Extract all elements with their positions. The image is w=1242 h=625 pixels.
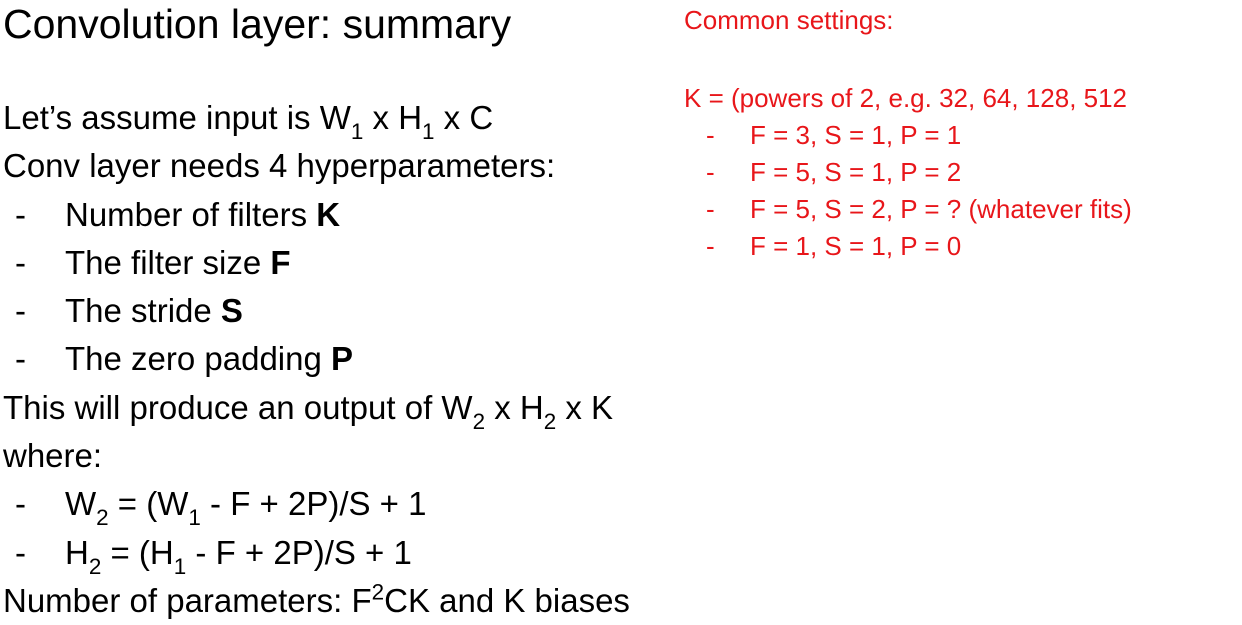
common-settings-title: Common settings: [684,5,894,35]
hyperparam-item-filters: - Number of filters K [3,191,630,239]
hyperparam-item-filter-size: - The filter size F [3,239,630,287]
bullet-dash: - [15,195,26,233]
bullet-dash: - [15,243,26,281]
parameter-count-line: Number of parameters: F2CK and K biases [3,579,630,619]
hyperparameters-intro: Conv layer needs 4 hyperparameters: [3,147,556,185]
formula-height: - H2 = (H1 - F + 2P)/S + 1 [3,529,630,578]
setting-item: - F = 3, S = 1, P = 1 [684,117,1132,154]
k-setting-line: K = (powers of 2, e.g. 32, 64, 128, 512 [684,83,1128,113]
summary-body: Let’s assume input is W1 x H1 x C Conv l… [3,94,630,625]
bullet-dash: - [15,292,26,330]
where-label: where: [3,437,103,475]
common-settings-list: K = (powers of 2, e.g. 32, 64, 128, 512 … [684,80,1132,265]
setting-item: - F = 5, S = 2, P = ? (whatever fits) [684,191,1132,228]
hyperparam-item-padding: - The zero padding P [3,335,630,383]
setting-item: - F = 5, S = 1, P = 2 [684,154,1132,191]
bullet-dash: - [15,485,26,523]
bullet-dash: - [706,194,715,224]
bullet-dash: - [706,120,715,150]
setting-item: - F = 1, S = 1, P = 0 [684,228,1132,265]
bullet-dash: - [15,340,26,378]
formula-width: - W2 = (W1 - F + 2P)/S + 1 [3,480,630,529]
bullet-dash: - [706,157,715,187]
input-dimensions-line: Let’s assume input is W1 x H1 x C [3,99,494,145]
hyperparam-item-stride: - The stride S [3,287,630,335]
output-dimensions-line: This will produce an output of W2 x H2 x… [3,388,614,434]
bullet-dash: - [706,231,715,261]
slide-title: Convolution layer: summary [3,1,512,47]
bullet-dash: - [15,533,26,571]
